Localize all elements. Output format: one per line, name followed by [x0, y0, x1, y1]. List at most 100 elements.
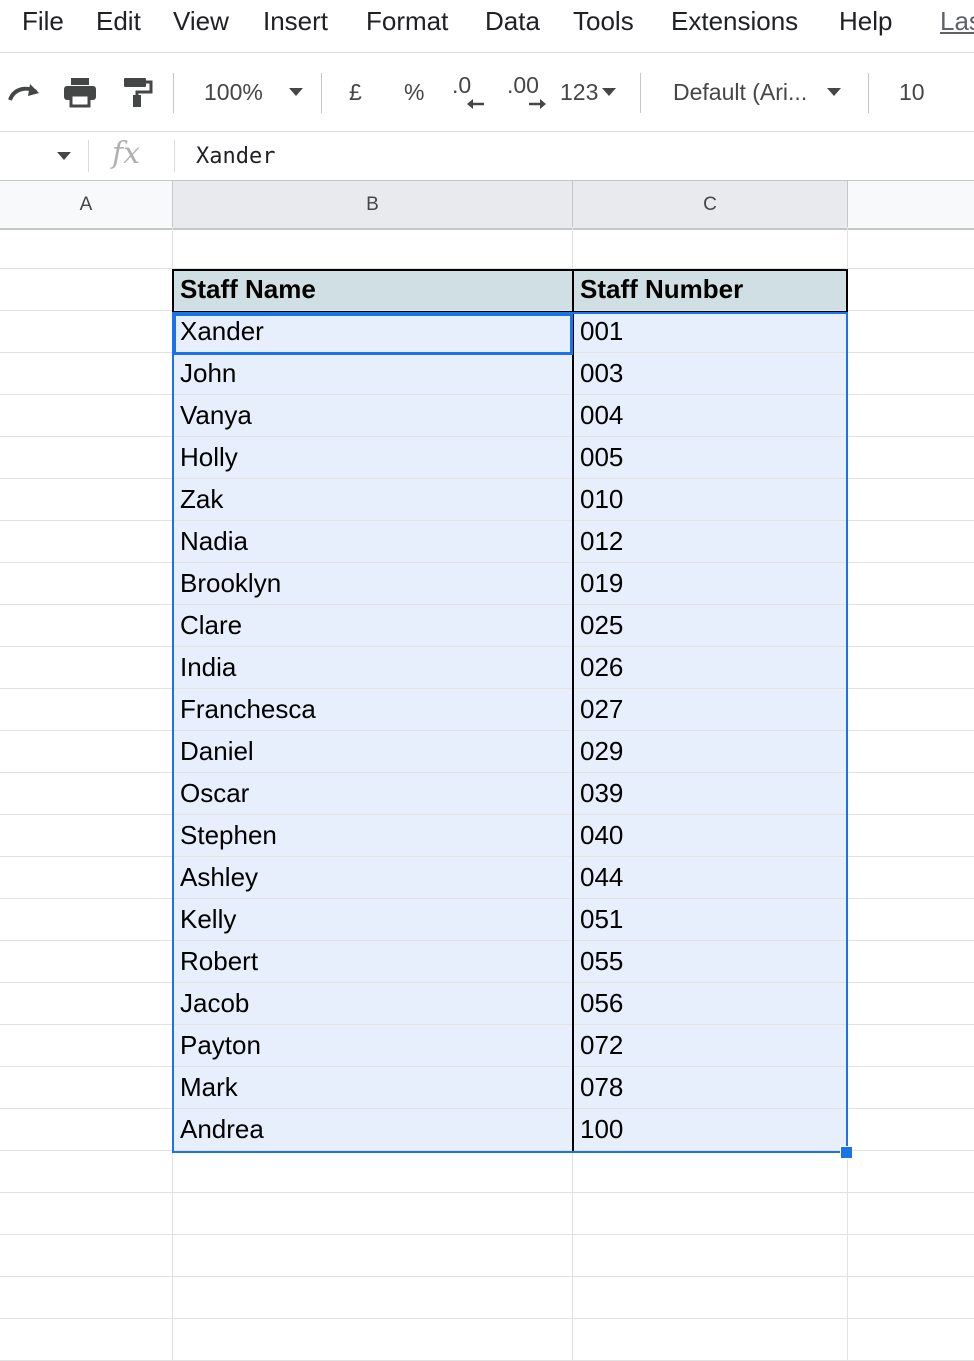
cell-staff-name[interactable]: Mark [173, 1067, 573, 1109]
empty-cell[interactable] [0, 1277, 173, 1319]
cell-staff-number[interactable]: 056 [573, 983, 848, 1025]
empty-cell[interactable] [848, 647, 974, 689]
formula-input[interactable]: Xander [196, 144, 275, 169]
cell-staff-name[interactable]: Xander [173, 311, 573, 353]
empty-cell[interactable] [0, 857, 173, 899]
cell-staff-name[interactable]: Nadia [173, 521, 573, 563]
last-edit-link[interactable]: Las [940, 6, 974, 37]
cell-staff-name[interactable]: Franchesca [173, 689, 573, 731]
menu-tools[interactable]: Tools [573, 6, 634, 37]
menu-extensions[interactable]: Extensions [671, 6, 798, 37]
fill-handle[interactable] [840, 1146, 853, 1159]
empty-cell[interactable] [573, 1193, 848, 1235]
empty-cell[interactable] [573, 1235, 848, 1277]
empty-cell[interactable] [173, 1319, 573, 1361]
cell-staff-name[interactable]: Kelly [173, 899, 573, 941]
empty-cell[interactable] [848, 269, 974, 311]
empty-cell[interactable] [0, 941, 173, 983]
print-button[interactable] [62, 53, 98, 131]
empty-cell[interactable] [0, 437, 173, 479]
column-header-d[interactable] [848, 181, 974, 228]
empty-cell[interactable] [0, 563, 173, 605]
empty-cell[interactable] [848, 1319, 974, 1361]
empty-cell[interactable] [0, 899, 173, 941]
menu-help[interactable]: Help [839, 6, 892, 37]
name-box-dropdown[interactable] [57, 152, 71, 160]
font-size-input[interactable]: 10 [899, 53, 925, 131]
empty-cell[interactable] [848, 1025, 974, 1067]
empty-cell[interactable] [848, 1235, 974, 1277]
empty-cell[interactable] [0, 605, 173, 647]
cell-staff-number[interactable]: 078 [573, 1067, 848, 1109]
empty-cell[interactable] [848, 815, 974, 857]
menu-data[interactable]: Data [485, 6, 540, 37]
paint-format-button[interactable] [120, 53, 154, 131]
percent-format-button[interactable]: % [404, 53, 424, 131]
cell-staff-name[interactable]: Clare [173, 605, 573, 647]
empty-cell[interactable] [848, 605, 974, 647]
cell-staff-name[interactable]: Stephen [173, 815, 573, 857]
empty-cell[interactable] [848, 395, 974, 437]
header-staff-name[interactable]: Staff Name [173, 269, 573, 311]
empty-cell[interactable] [848, 1193, 974, 1235]
empty-cell[interactable] [573, 227, 848, 269]
empty-cell[interactable] [0, 773, 173, 815]
cell-staff-name[interactable]: Robert [173, 941, 573, 983]
empty-cell[interactable] [0, 227, 173, 269]
empty-cell[interactable] [173, 1277, 573, 1319]
cell-staff-number[interactable]: 003 [573, 353, 848, 395]
menu-insert[interactable]: Insert [263, 6, 328, 37]
empty-cell[interactable] [848, 899, 974, 941]
empty-cell[interactable] [848, 311, 974, 353]
empty-cell[interactable] [0, 1193, 173, 1235]
empty-cell[interactable] [173, 227, 573, 269]
cell-staff-number[interactable]: 100 [573, 1109, 848, 1151]
decrease-decimals-button[interactable]: .0 [452, 53, 488, 131]
empty-cell[interactable] [0, 353, 173, 395]
empty-cell[interactable] [173, 1235, 573, 1277]
column-header-b[interactable]: B [173, 181, 573, 228]
empty-cell[interactable] [848, 521, 974, 563]
empty-cell[interactable] [848, 479, 974, 521]
empty-cell[interactable] [848, 1109, 974, 1151]
empty-cell[interactable] [0, 1067, 173, 1109]
empty-cell[interactable] [0, 647, 173, 689]
currency-format-button[interactable]: £ [349, 53, 362, 131]
empty-cell[interactable] [573, 1277, 848, 1319]
cell-staff-number[interactable]: 025 [573, 605, 848, 647]
cell-staff-number[interactable]: 004 [573, 395, 848, 437]
empty-cell[interactable] [173, 1193, 573, 1235]
number-format-select[interactable]: 123 [560, 53, 617, 131]
empty-cell[interactable] [0, 311, 173, 353]
empty-cell[interactable] [0, 1235, 173, 1277]
cell-staff-name[interactable]: Holly [173, 437, 573, 479]
empty-cell[interactable] [0, 1109, 173, 1151]
menu-file[interactable]: File [22, 6, 64, 37]
empty-cell[interactable] [848, 983, 974, 1025]
empty-cell[interactable] [848, 773, 974, 815]
empty-cell[interactable] [0, 395, 173, 437]
increase-decimals-button[interactable]: .00 [507, 53, 547, 131]
header-staff-number[interactable]: Staff Number [573, 269, 848, 311]
empty-cell[interactable] [0, 1319, 173, 1361]
empty-cell[interactable] [173, 1151, 573, 1193]
empty-cell[interactable] [0, 479, 173, 521]
cell-staff-number[interactable]: 005 [573, 437, 848, 479]
empty-cell[interactable] [573, 1319, 848, 1361]
empty-cell[interactable] [848, 1067, 974, 1109]
cell-staff-number[interactable]: 001 [573, 311, 848, 353]
cell-staff-number[interactable]: 039 [573, 773, 848, 815]
cell-staff-number[interactable]: 027 [573, 689, 848, 731]
column-header-c[interactable]: C [573, 181, 848, 228]
empty-cell[interactable] [0, 1025, 173, 1067]
cell-staff-number[interactable]: 010 [573, 479, 848, 521]
empty-cell[interactable] [848, 227, 974, 269]
cell-staff-name[interactable]: India [173, 647, 573, 689]
cell-staff-number[interactable]: 051 [573, 899, 848, 941]
menu-edit[interactable]: Edit [96, 6, 141, 37]
cell-staff-number[interactable]: 019 [573, 563, 848, 605]
cell-staff-name[interactable]: Vanya [173, 395, 573, 437]
menu-format[interactable]: Format [366, 6, 448, 37]
empty-cell[interactable] [0, 521, 173, 563]
cell-staff-name[interactable]: Andrea [173, 1109, 573, 1151]
